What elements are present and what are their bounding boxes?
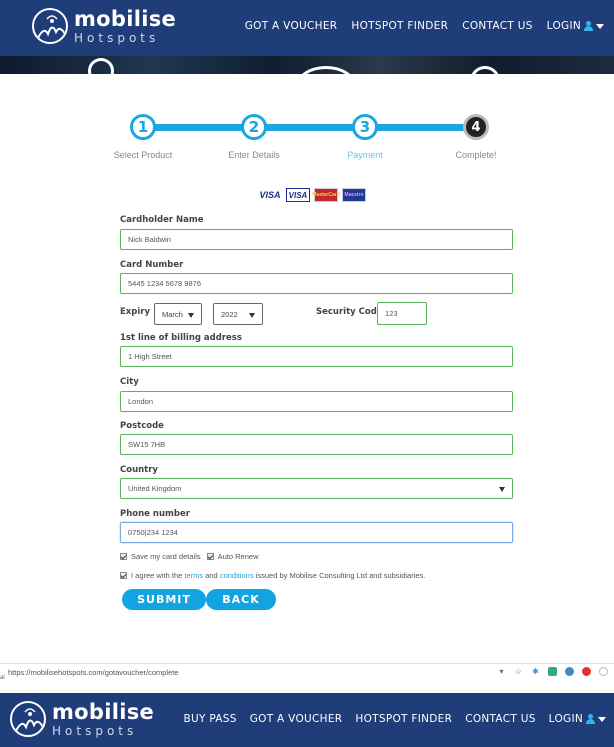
nav-links: GOT A VOUCHER HOTSPOT FINDER CONTACT US … <box>245 20 604 32</box>
cardholder-label: Cardholder Name <box>120 215 204 225</box>
chevron-down-icon <box>188 313 194 318</box>
logo-hotspot-icon <box>10 701 46 737</box>
postcode-label: Postcode <box>120 421 164 431</box>
status-mark: al <box>0 675 5 681</box>
banner-arc <box>88 58 114 74</box>
nav-login-label: LOGIN <box>548 713 583 725</box>
city-label: City <box>120 377 139 387</box>
security-code-label: Security Code <box>316 307 383 317</box>
country-value: United Kingdom <box>128 484 182 493</box>
logo-subtitle: Hotspots <box>52 723 138 738</box>
expiry-month-value: March <box>162 309 183 319</box>
postcode-field[interactable]: SW15 7HB <box>120 434 513 455</box>
nav-login[interactable]: LOGIN <box>547 20 604 32</box>
step-2-label: Enter Details <box>228 150 280 160</box>
step-3-label: Payment <box>347 150 383 160</box>
phone-label: Phone number <box>120 509 190 519</box>
hero-banner-strip <box>0 56 614 74</box>
user-icon <box>586 714 595 724</box>
nav-login[interactable]: LOGIN <box>549 713 606 725</box>
options-row: Save my card details Auto Renew <box>120 552 258 561</box>
billing-address-field[interactable]: 1 High Street <box>120 346 513 367</box>
expiry-year-select[interactable]: 2022 <box>213 303 263 325</box>
logo[interactable]: mobilise Hotspots <box>32 8 176 44</box>
logo[interactable]: mobilise Hotspots <box>10 701 154 737</box>
phone-number-field[interactable]: 0750|234 1234 <box>120 522 513 543</box>
profile-icon[interactable] <box>599 667 608 676</box>
nav-buy-pass[interactable]: BUY PASS <box>183 713 236 725</box>
bottom-navbar: mobilise Hotspots BUY PASS GOT A VOUCHER… <box>0 693 614 747</box>
expiry-label: Expiry <box>120 307 151 317</box>
cardholder-name-field[interactable]: Nick Baldwin <box>120 229 513 250</box>
nav-login-label: LOGIN <box>546 20 581 32</box>
nav-contact-us[interactable]: CONTACT US <box>465 713 535 725</box>
extension-tray: ▾ ☆ ✱ <box>497 667 608 676</box>
expiry-year-value: 2022 <box>221 309 238 319</box>
globe-icon[interactable] <box>565 667 574 676</box>
country-select[interactable]: United Kingdom <box>120 478 513 499</box>
nav-hotspot-finder[interactable]: HOTSPOT FINDER <box>351 20 448 32</box>
agree-and: and <box>205 571 218 580</box>
pin-icon[interactable]: ▾ <box>497 667 506 676</box>
adblock-icon[interactable] <box>582 667 591 676</box>
step-2-circle: 2 <box>241 114 267 140</box>
security-code-field[interactable]: 123 <box>377 302 427 325</box>
submit-button[interactable]: SUBMIT <box>122 589 206 610</box>
back-button[interactable]: BACK <box>206 589 276 610</box>
progress-bar <box>136 124 466 131</box>
agree-row: I agree with the terms and conditions is… <box>120 571 425 580</box>
auto-renew-label: Auto Renew <box>217 552 259 561</box>
banner-arc <box>296 66 356 74</box>
conditions-link[interactable]: conditions <box>220 571 254 580</box>
agree-terms-checkbox[interactable] <box>120 572 127 579</box>
terms-link[interactable]: terms <box>184 571 203 580</box>
nav-hotspot-finder[interactable]: HOTSPOT FINDER <box>355 713 452 725</box>
top-navbar: mobilise Hotspots GOT A VOUCHER HOTSPOT … <box>0 0 614 56</box>
user-icon <box>584 21 593 31</box>
save-card-label: Save my card details <box>131 552 201 561</box>
logo-name: mobilise <box>74 6 177 31</box>
visa-electron-card-icon: VISA <box>286 188 310 202</box>
visa-card-icon: VISA <box>258 188 282 202</box>
nav-links: BUY PASS GOT A VOUCHER HOTSPOT FINDER CO… <box>183 713 606 725</box>
agree-suffix: issued by Mobilise Consulting Ltd and su… <box>255 571 426 580</box>
chevron-down-icon <box>249 313 255 318</box>
country-label: Country <box>120 465 158 475</box>
step-4-circle: 4 <box>463 114 489 140</box>
step-1-label: Select Product <box>113 150 173 160</box>
status-url: https://mobilisehotspots.com/gotavoucher… <box>8 668 179 677</box>
shield-icon[interactable] <box>548 667 557 676</box>
extension-icon[interactable]: ✱ <box>531 667 540 676</box>
nav-contact-us[interactable]: CONTACT US <box>462 20 532 32</box>
billing-address-label: 1st line of billing address <box>120 333 242 343</box>
step-3-circle: 3 <box>352 114 378 140</box>
card-number-label: Card Number <box>120 260 184 270</box>
city-field[interactable]: London <box>120 391 513 412</box>
step-4-label: Complete! <box>455 150 497 160</box>
logo-subtitle: Hotspots <box>74 30 160 45</box>
chevron-down-icon <box>596 23 604 29</box>
save-card-checkbox[interactable] <box>120 553 127 560</box>
mastercard-icon: MasterCard <box>312 188 340 202</box>
browser-status-bar: https://mobilisehotspots.com/gotavoucher… <box>0 663 614 681</box>
card-number-field[interactable]: 5445 1234 5678 9876 <box>120 273 513 294</box>
maestro-card-icon: Maestro <box>342 188 366 202</box>
chevron-down-icon <box>499 487 505 492</box>
logo-name: mobilise <box>52 699 155 724</box>
auto-renew-checkbox[interactable] <box>206 553 214 560</box>
expiry-month-select[interactable]: March <box>154 303 202 325</box>
logo-hotspot-icon <box>32 8 68 44</box>
checkout-progress: 1 2 3 4 Select Product Enter Details Pay… <box>100 112 510 168</box>
agree-prefix: I agree with the <box>131 571 183 580</box>
banner-arc <box>470 66 500 74</box>
nav-got-voucher[interactable]: GOT A VOUCHER <box>250 713 343 725</box>
step-1-circle: 1 <box>130 114 156 140</box>
chevron-down-icon <box>598 716 606 722</box>
star-icon[interactable]: ☆ <box>514 667 523 676</box>
accepted-cards: VISA VISA MasterCard Maestro <box>258 188 366 202</box>
nav-got-voucher[interactable]: GOT A VOUCHER <box>245 20 338 32</box>
